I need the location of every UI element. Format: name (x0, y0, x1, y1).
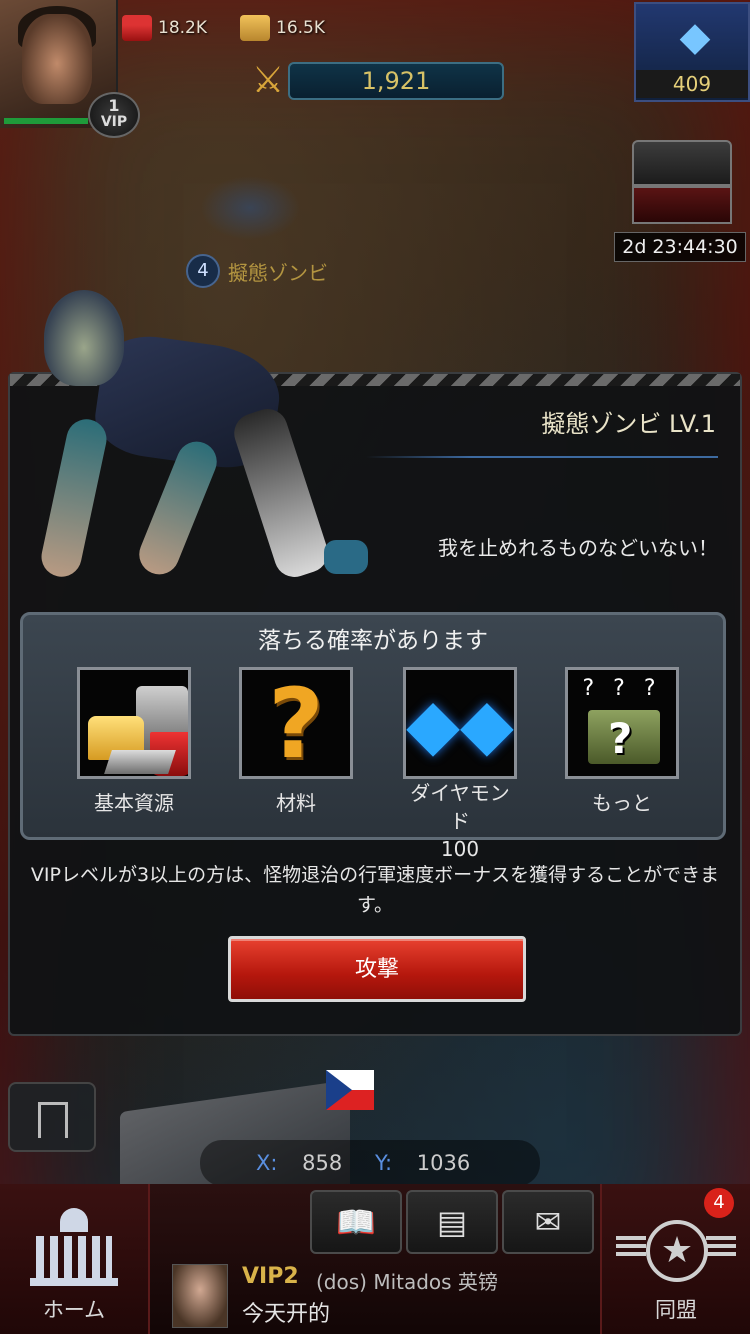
iron-icon (240, 15, 270, 41)
drop-amount: 100 (440, 837, 480, 861)
monster-description: 我を止めれるものなどいない！ (438, 536, 718, 560)
avatar-face (22, 14, 92, 104)
alliance-label: 同盟 (655, 1298, 697, 1322)
chest-lid-icon (632, 140, 732, 186)
items-icon: ▤ (436, 1203, 468, 1241)
map-coordinates[interactable]: X: 858 Y: 1036 (200, 1140, 540, 1186)
country-flag-icon (326, 1070, 374, 1110)
map-zombie-sprite[interactable] (200, 176, 300, 240)
alliance-button[interactable]: ★ 4 同盟 (600, 1184, 750, 1334)
home-button[interactable]: ホーム (0, 1184, 150, 1334)
bookmark-icon (38, 1102, 68, 1138)
capitol-icon (30, 1208, 118, 1286)
chat-avatar (172, 1264, 228, 1328)
wing-right-icon (706, 1236, 736, 1256)
crossed-swords-icon: ⚔ (251, 60, 285, 101)
basic-resources-icon (77, 667, 191, 779)
map-zombie-level: 4 (186, 254, 220, 288)
wing-left-icon (616, 1236, 646, 1256)
food-icon (122, 15, 152, 41)
event-timer: 2d 23:44:30 (614, 232, 746, 262)
vip-label: VIP (100, 114, 128, 130)
star-emblem-icon: ★ (646, 1220, 708, 1282)
drop-more[interactable]: ? ? ? ? もっと (565, 667, 679, 817)
vip-badge[interactable]: 1 VIP (88, 92, 140, 138)
iron-resource[interactable]: 16.5K (240, 14, 325, 42)
chest-body-icon (632, 186, 732, 224)
zombie-portrait (28, 288, 368, 608)
map-zombie-name: 擬態ゾンビ (228, 260, 328, 285)
diamond-icon: ◆◆ (403, 667, 517, 779)
coord-y-label: Y: (374, 1151, 393, 1175)
power-value: 1,921 (288, 62, 504, 100)
alliance-notification-badge: 4 (704, 1188, 734, 1218)
drop-materials[interactable]: ? 材料 (239, 667, 353, 817)
coord-y-value: 1036 (416, 1151, 471, 1175)
drop-label: 材料 (276, 791, 316, 815)
power-display[interactable]: 1,921 ⚔ (236, 56, 508, 106)
drops-panel: 落ちる確率があります 基本資源 ? 材料 ◆◆ ダイヤモンド 100 ? ? ?… (20, 612, 726, 861)
player-health-bar (4, 118, 88, 124)
drop-label: 基本資源 (94, 791, 174, 815)
mail-icon: ✉ (534, 1203, 562, 1241)
book-icon: 📖 (336, 1203, 376, 1241)
event-chest-button[interactable] (626, 124, 736, 230)
iron-amount: 16.5K (276, 18, 325, 38)
drops-title: 落ちる確率があります (258, 628, 488, 654)
quest-book-button[interactable]: 📖 (310, 1190, 402, 1254)
drop-basic-resources[interactable]: 基本資源 (77, 667, 191, 817)
question-mark-icon: ? (239, 667, 353, 779)
vip-level: 1 (108, 96, 120, 115)
coord-x-label: X: (256, 1151, 278, 1175)
drop-label: もっと (592, 791, 652, 815)
title-divider (366, 456, 718, 458)
monster-title: 擬態ゾンビ LV.1 (541, 410, 716, 438)
food-amount: 18.2K (158, 18, 207, 38)
attack-button[interactable]: 攻撃 (228, 936, 526, 1002)
mystery-box-icon: ? ? ? ? (565, 667, 679, 779)
drop-diamonds[interactable]: ◆◆ ダイヤモンド 100 (403, 667, 517, 863)
chat-preview[interactable]: VIP2 (dos) Mitados 英镑 今天开的 (156, 1258, 596, 1334)
food-resource[interactable]: 18.2K (122, 14, 207, 42)
chat-vip-level: VIP2 (242, 1264, 299, 1289)
home-label: ホーム (42, 1298, 106, 1322)
drop-label: ダイヤモンド (410, 781, 510, 833)
diamond-count: 409 (636, 70, 748, 98)
chat-sender: (dos) Mitados 英镑 (316, 1270, 498, 1294)
mail-button[interactable]: ✉ (502, 1190, 594, 1254)
diamond-icon: ◆ (679, 14, 711, 60)
bookmark-button[interactable] (8, 1082, 96, 1152)
items-button[interactable]: ▤ (406, 1190, 498, 1254)
vip-bonus-note: VIPレベルが3以上の方は、怪物退治の行軍速度ボーナスを獲得することができます。 (30, 864, 720, 916)
map-zombie-label[interactable]: 4 擬態ゾンビ (186, 254, 328, 288)
diamond-shop-button[interactable]: ◆ 409 (634, 2, 750, 102)
coord-x-value: 858 (302, 1151, 343, 1175)
chat-message: 今天开的 (242, 1302, 331, 1327)
